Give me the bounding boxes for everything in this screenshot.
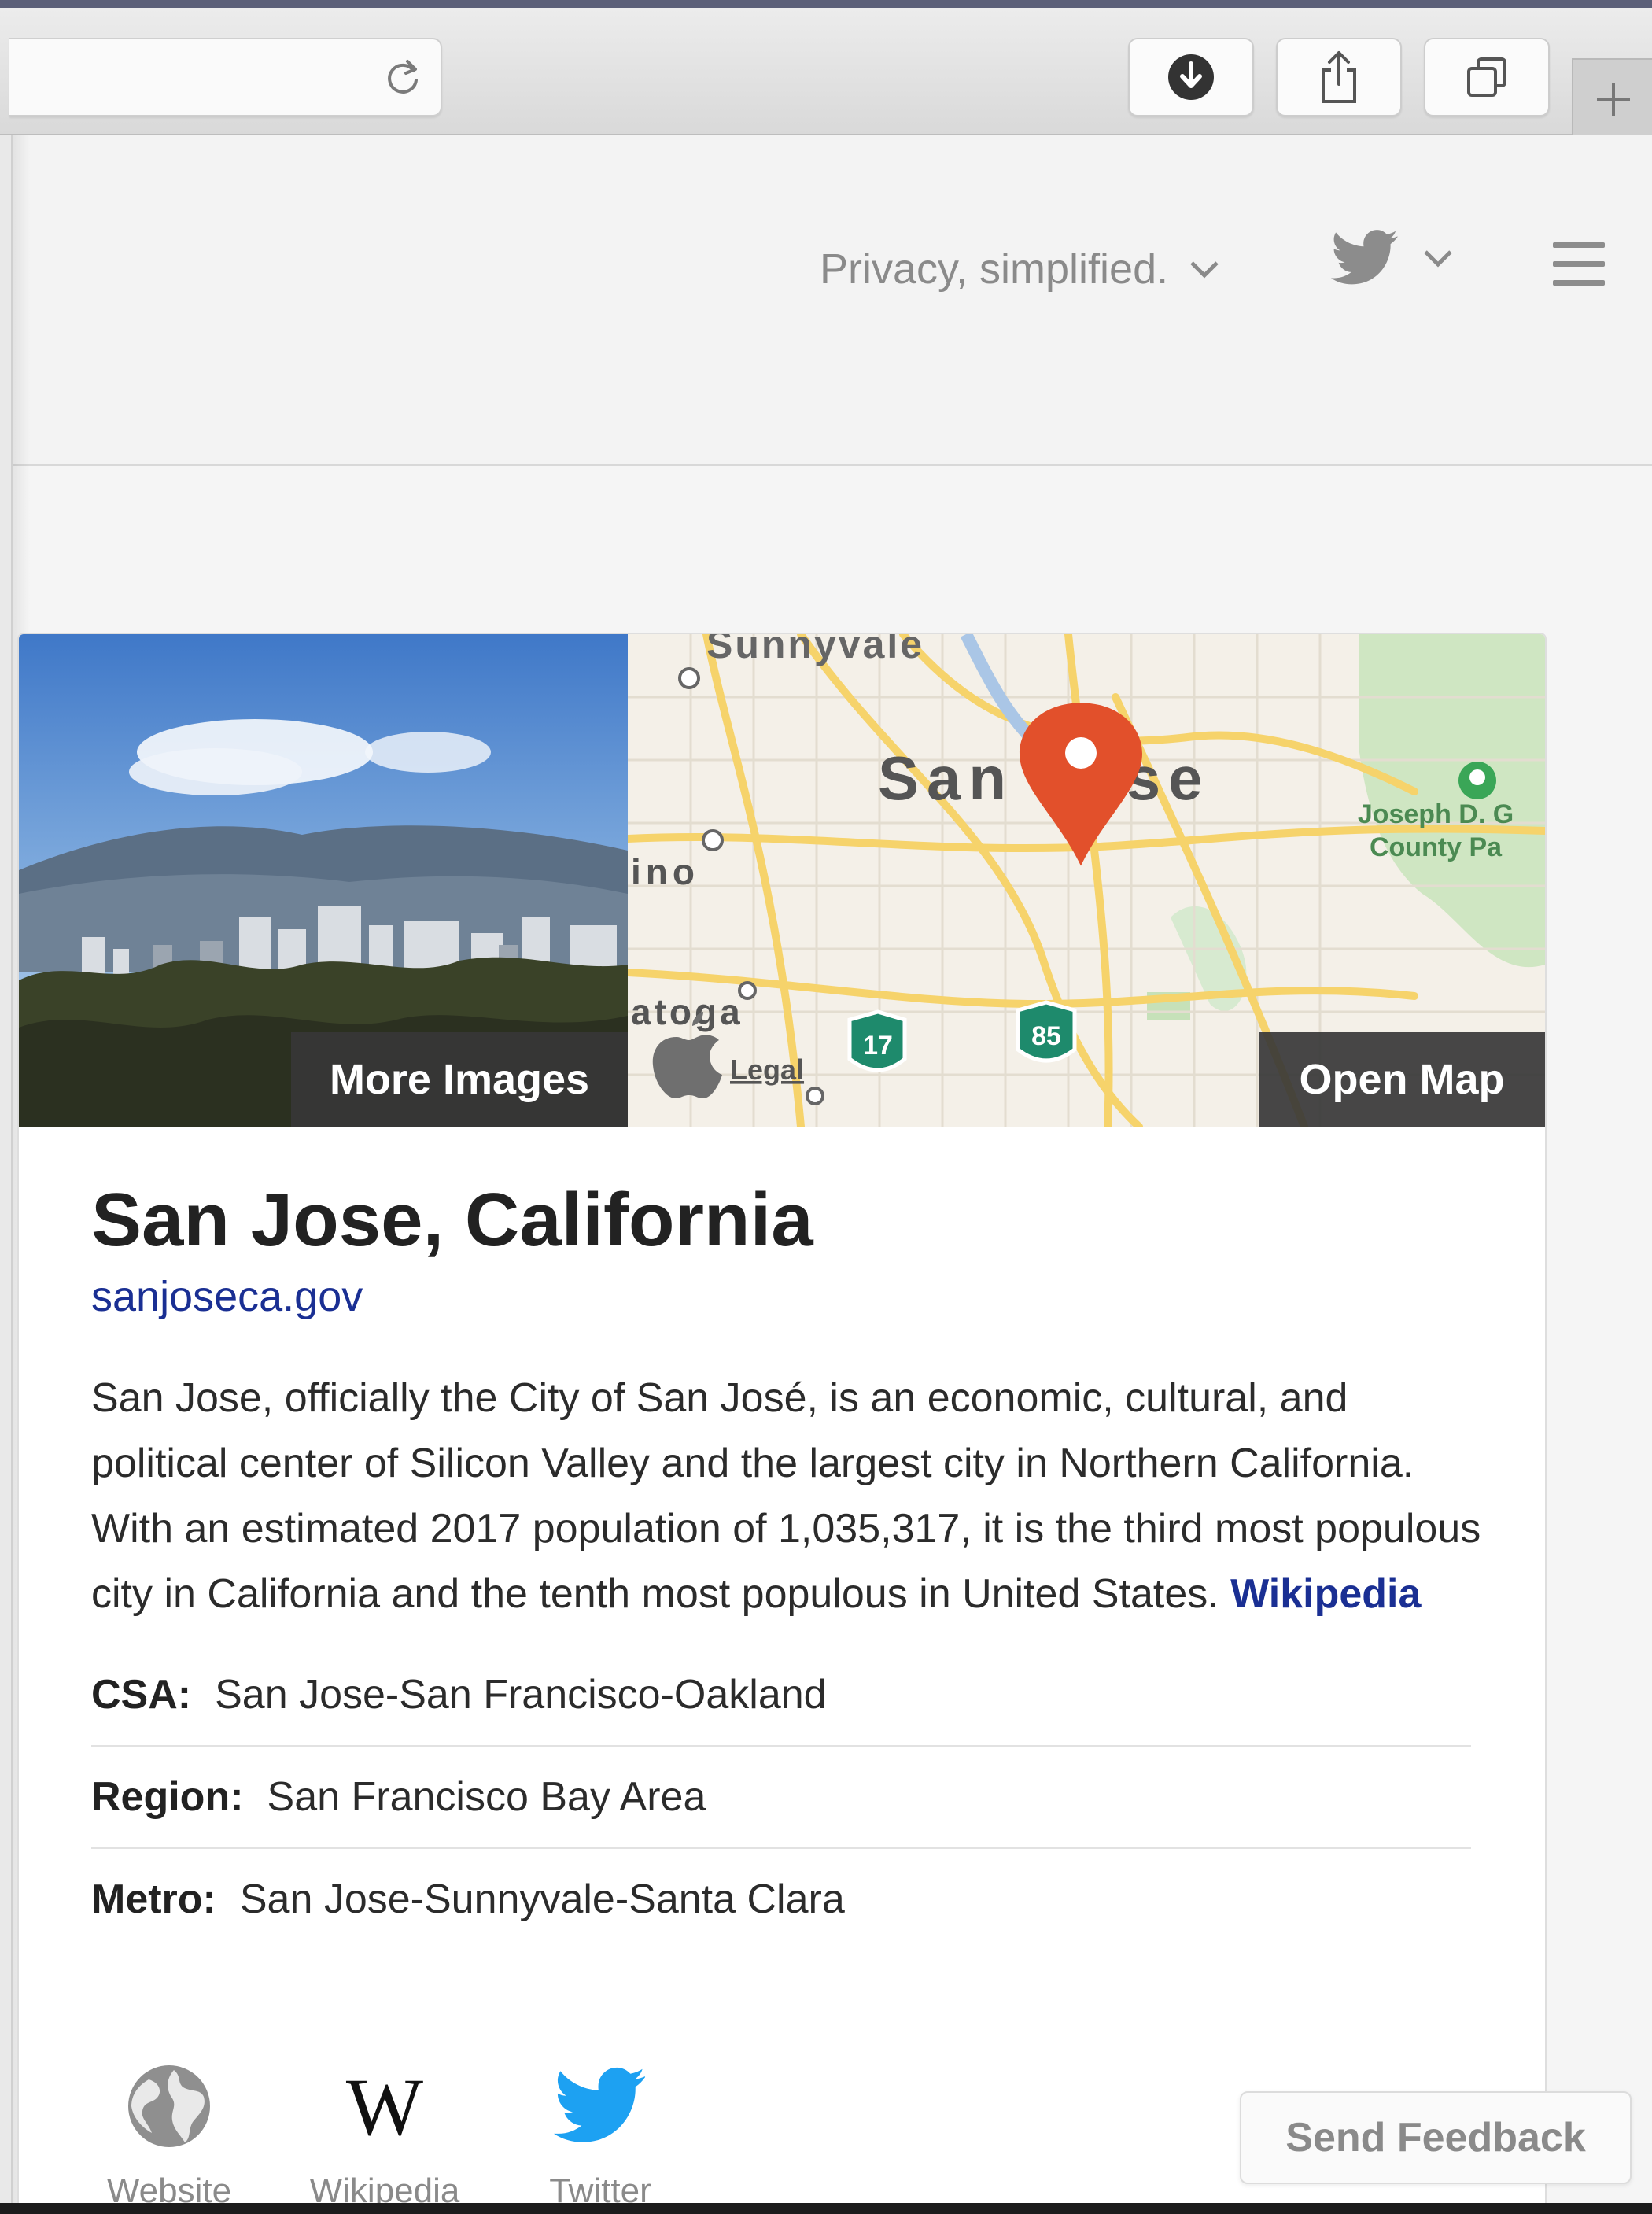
tabs-button[interactable] xyxy=(1424,38,1550,116)
fact-value: San Jose-Sunnyvale-Santa Clara xyxy=(239,1876,845,1922)
card-content: San Jose, California sanjoseca.gov San J… xyxy=(91,1177,1484,1950)
privacy-dropdown[interactable]: Privacy, simplified. xyxy=(820,238,1220,301)
map-city-dot xyxy=(806,1087,824,1105)
hamburger-bar xyxy=(1553,261,1605,267)
window-bottom-edge xyxy=(0,2203,1652,2214)
fact-label: CSA: xyxy=(91,1672,192,1718)
map-city-dot xyxy=(738,981,757,1000)
fact-label: Metro: xyxy=(91,1876,216,1922)
twitter-link-button[interactable]: Twitter xyxy=(522,2055,678,2211)
card-media: More Images Sunnyvale San Joseph D. G Co… xyxy=(19,634,1545,1127)
privacy-label: Privacy, simplified. xyxy=(820,245,1169,293)
map-city-dot xyxy=(678,667,700,689)
facts-list: CSA: San Jose-San Francisco-Oakland Regi… xyxy=(91,1644,1471,1950)
open-map-button[interactable]: Open Map xyxy=(1259,1032,1545,1127)
more-images-label: More Images xyxy=(329,1056,590,1103)
info-card: More Images Sunnyvale San Joseph D. G Co… xyxy=(17,633,1547,2214)
highway-85-shield: 85 xyxy=(1016,1000,1077,1063)
city-photo[interactable]: More Images xyxy=(19,634,628,1127)
download-icon xyxy=(1168,54,1214,100)
fact-row-region: Region: San Francisco Bay Area xyxy=(91,1747,1471,1849)
reload-icon[interactable] xyxy=(382,57,423,98)
wikipedia-link-button[interactable]: W Wikipedia xyxy=(307,2055,463,2211)
wikipedia-source-link[interactable]: Wikipedia xyxy=(1230,1571,1421,1617)
map-label: County Pa xyxy=(1370,832,1503,862)
page-title: San Jose, California xyxy=(91,1178,813,1262)
wikipedia-icon: W xyxy=(346,2062,423,2150)
external-links: Website W Wikipedia Twitter xyxy=(91,2055,678,2211)
share-icon xyxy=(1322,51,1356,103)
website-link-button[interactable]: Website xyxy=(91,2055,247,2211)
more-images-button[interactable]: More Images xyxy=(291,1032,628,1127)
map-label: Joseph D. G xyxy=(1358,799,1514,829)
twitter-icon xyxy=(1331,230,1398,285)
new-tab-button[interactable] xyxy=(1572,58,1652,140)
send-feedback-button[interactable]: Send Feedback xyxy=(1240,2091,1632,2184)
chevron-down-icon xyxy=(1190,261,1219,279)
share-button[interactable] xyxy=(1276,38,1402,116)
twitter-icon xyxy=(554,2067,646,2142)
description: San Jose, officially the City of San Jos… xyxy=(91,1366,1484,1627)
hamburger-menu-button[interactable] xyxy=(1553,242,1605,290)
highway-17-shield: 17 xyxy=(847,1009,907,1072)
map-city-dot xyxy=(702,829,724,851)
globe-icon xyxy=(128,2065,210,2147)
address-bar[interactable] xyxy=(9,38,442,116)
web-page: Privacy, simplified. More Images Sunnyva… xyxy=(11,135,1652,2214)
social-dropdown[interactable] xyxy=(1331,230,1454,286)
svg-text:W: W xyxy=(346,2062,423,2150)
fact-label: Region: xyxy=(91,1774,244,1820)
window-top-edge xyxy=(0,0,1652,8)
open-map-label: Open Map xyxy=(1299,1056,1505,1103)
highway-85-label: 85 xyxy=(1031,1021,1061,1051)
fact-row-csa: CSA: San Jose-San Francisco-Oakland xyxy=(91,1644,1471,1747)
chevron-down-icon xyxy=(1424,250,1452,268)
download-button[interactable] xyxy=(1128,38,1254,116)
map-label: Sunnyvale xyxy=(706,634,924,666)
tabs-icon xyxy=(1467,57,1506,97)
fact-value: San Francisco Bay Area xyxy=(267,1774,706,1820)
send-feedback-label: Send Feedback xyxy=(1285,2115,1586,2160)
site-header: Privacy, simplified. xyxy=(13,135,1652,466)
hamburger-bar xyxy=(1553,280,1605,286)
new-tab-icon xyxy=(1597,83,1630,116)
map-legal-link[interactable]: Legal xyxy=(730,1053,804,1086)
map-label: atoga xyxy=(631,991,743,1032)
hamburger-icon xyxy=(1553,242,1605,248)
highway-17-label: 17 xyxy=(863,1031,893,1061)
browser-toolbar xyxy=(0,8,1652,140)
fact-value: San Jose-San Francisco-Oakland xyxy=(215,1672,827,1718)
map-preview[interactable]: Sunnyvale San Jose Joseph D. G County Pa… xyxy=(628,634,1545,1127)
fact-row-metro: Metro: San Jose-Sunnyvale-Santa Clara xyxy=(91,1849,1471,1950)
website-link[interactable]: sanjoseca.gov xyxy=(91,1271,363,1322)
map-label: ino xyxy=(631,851,699,892)
